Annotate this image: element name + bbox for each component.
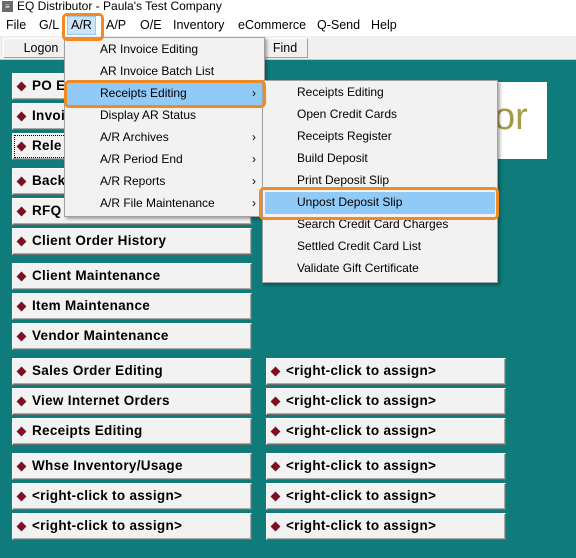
diamond-bullet-icon xyxy=(16,111,27,122)
chevron-right-icon: › xyxy=(252,152,256,166)
submenu-item-settled-credit-card-list[interactable]: Settled Credit Card List xyxy=(265,236,495,258)
diamond-bullet-icon xyxy=(16,461,27,472)
diamond-bullet-icon xyxy=(16,141,27,152)
unassigned-button[interactable]: <right-click to assign> xyxy=(266,358,506,385)
chevron-right-icon: › xyxy=(252,174,256,188)
diamond-bullet-icon xyxy=(16,271,27,282)
diamond-bullet-icon xyxy=(16,206,27,217)
menu-item-ar-archives[interactable]: A/R Archives › xyxy=(67,127,262,149)
unassigned-button[interactable]: <right-click to assign> xyxy=(12,483,252,510)
eq-app-icon: ≡ xyxy=(2,1,13,12)
diamond-bullet-icon xyxy=(270,396,281,407)
menu-file[interactable]: File xyxy=(6,17,26,33)
menu-bar: File G/L A/R A/P O/E Inventory eCommerce… xyxy=(0,14,576,36)
diamond-bullet-icon xyxy=(16,366,27,377)
menu-item-ar-invoice-editing[interactable]: AR Invoice Editing xyxy=(67,39,262,61)
company-logo: or xyxy=(494,82,547,159)
window-title: EQ Distributor - Paula's Test Company xyxy=(17,0,222,13)
diamond-bullet-icon xyxy=(16,81,27,92)
receipts-submenu: Receipts Editing Open Credit Cards Recei… xyxy=(262,80,498,283)
menu-qsend[interactable]: Q-Send xyxy=(317,17,360,33)
whse-inventory-usage-button[interactable]: Whse Inventory/Usage xyxy=(12,453,252,480)
receipts-editing-button[interactable]: Receipts Editing xyxy=(12,418,252,445)
menu-item-ar-invoice-batch-list[interactable]: AR Invoice Batch List xyxy=(67,61,262,83)
title-bar: ≡ EQ Distributor - Paula's Test Company xyxy=(0,0,576,14)
submenu-item-receipts-editing[interactable]: Receipts Editing xyxy=(265,82,495,104)
diamond-bullet-icon xyxy=(16,176,27,187)
ar-dropdown-menu: AR Invoice Editing AR Invoice Batch List… xyxy=(64,37,265,217)
chevron-right-icon: › xyxy=(252,130,256,144)
diamond-bullet-icon xyxy=(16,491,27,502)
menu-item-receipts-editing[interactable]: Receipts Editing › xyxy=(67,83,262,105)
menu-oe[interactable]: O/E xyxy=(140,17,162,33)
menu-item-display-ar-status[interactable]: Display AR Status xyxy=(67,105,262,127)
unassigned-button[interactable]: <right-click to assign> xyxy=(266,513,506,540)
unassigned-button[interactable]: <right-click to assign> xyxy=(12,513,252,540)
view-internet-orders-button[interactable]: View Internet Orders xyxy=(12,388,252,415)
vendor-maintenance-button[interactable]: Vendor Maintenance xyxy=(12,323,252,350)
client-maintenance-button[interactable]: Client Maintenance xyxy=(12,263,252,290)
diamond-bullet-icon xyxy=(16,396,27,407)
submenu-item-search-credit-card-charges[interactable]: Search Credit Card Charges xyxy=(265,214,495,236)
item-maintenance-button[interactable]: Item Maintenance xyxy=(12,293,252,320)
menu-help[interactable]: Help xyxy=(371,17,397,33)
unassigned-button[interactable]: <right-click to assign> xyxy=(266,388,506,415)
chevron-right-icon: › xyxy=(252,86,256,100)
diamond-bullet-icon xyxy=(270,461,281,472)
client-order-history-button[interactable]: Client Order History xyxy=(12,228,252,255)
unassigned-button[interactable]: <right-click to assign> xyxy=(266,483,506,510)
submenu-item-build-deposit[interactable]: Build Deposit xyxy=(265,148,495,170)
diamond-bullet-icon xyxy=(270,521,281,532)
menu-item-ar-reports[interactable]: A/R Reports › xyxy=(67,171,262,193)
chevron-right-icon: › xyxy=(252,196,256,210)
diamond-bullet-icon xyxy=(16,236,27,247)
diamond-bullet-icon xyxy=(16,301,27,312)
submenu-item-open-credit-cards[interactable]: Open Credit Cards xyxy=(265,104,495,126)
menu-ap[interactable]: A/P xyxy=(106,17,126,33)
sales-order-editing-button[interactable]: Sales Order Editing xyxy=(12,358,252,385)
diamond-bullet-icon xyxy=(270,366,281,377)
diamond-bullet-icon xyxy=(16,331,27,342)
menu-gl[interactable]: G/L xyxy=(39,17,59,33)
menu-ar[interactable]: A/R xyxy=(67,16,96,35)
submenu-item-print-deposit-slip[interactable]: Print Deposit Slip xyxy=(265,170,495,192)
unassigned-button[interactable]: <right-click to assign> xyxy=(266,418,506,445)
diamond-bullet-icon xyxy=(16,521,27,532)
submenu-item-receipts-register[interactable]: Receipts Register xyxy=(265,126,495,148)
unassigned-button[interactable]: <right-click to assign> xyxy=(266,453,506,480)
menu-ecommerce[interactable]: eCommerce xyxy=(238,17,306,33)
menu-item-ar-period-end[interactable]: A/R Period End › xyxy=(67,149,262,171)
diamond-bullet-icon xyxy=(16,426,27,437)
find-button[interactable]: Find xyxy=(262,38,308,58)
menu-inventory[interactable]: Inventory xyxy=(173,17,224,33)
submenu-item-validate-gift-certificate[interactable]: Validate Gift Certificate xyxy=(265,258,495,280)
diamond-bullet-icon xyxy=(270,491,281,502)
submenu-item-unpost-deposit-slip[interactable]: Unpost Deposit Slip xyxy=(265,192,495,214)
diamond-bullet-icon xyxy=(270,426,281,437)
menu-item-ar-file-maintenance[interactable]: A/R File Maintenance › xyxy=(67,193,262,215)
